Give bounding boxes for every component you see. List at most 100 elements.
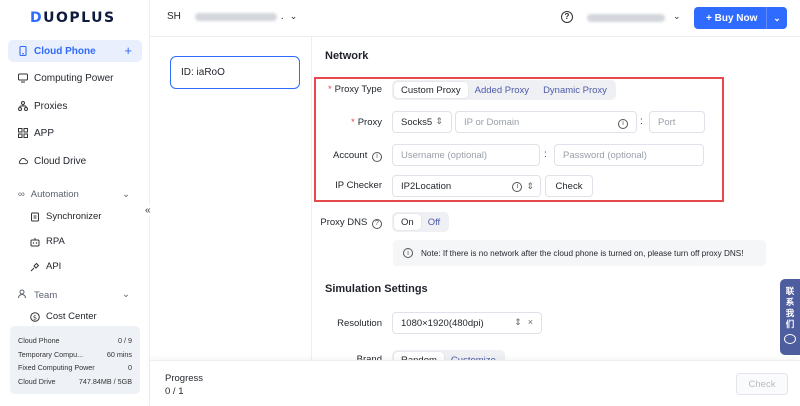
buy-now-label: + Buy Now: [706, 12, 758, 24]
sidebar-item-label: Cost Center: [46, 311, 97, 322]
updown-icon: ⇕: [514, 317, 522, 327]
workspace-initials: SH: [167, 11, 181, 22]
select-controls: ⇕ ×: [514, 317, 533, 328]
chevron-down-icon: ⌄: [289, 11, 298, 21]
password-placeholder: Password (optional): [563, 149, 647, 161]
resolution-select[interactable]: 1080×1920(480dpi) ⇕ ×: [392, 312, 542, 334]
ip-checker-select[interactable]: IP2Location i ⇕: [392, 175, 541, 197]
password-input[interactable]: Password (optional): [554, 144, 704, 166]
stat-value: 0: [128, 363, 132, 373]
sidebar-item-label: API: [46, 261, 62, 272]
simulation-title: Simulation Settings: [325, 283, 428, 295]
infinity-icon: ∞: [18, 189, 25, 200]
stat-label: Cloud Phone: [18, 336, 60, 346]
sidebar-item-rpa[interactable]: RPA: [30, 236, 65, 247]
chevron-down-icon[interactable]: ⌄: [767, 13, 787, 24]
ip-check-button[interactable]: Check: [545, 175, 593, 197]
username-placeholder: Username (optional): [401, 149, 488, 161]
network-title: Network: [325, 50, 369, 62]
chevron-down-icon[interactable]: ⌄: [673, 11, 681, 22]
workspace-selector[interactable]: SH . ⌄: [167, 11, 297, 22]
svg-text:$: $: [33, 313, 37, 321]
phone-icon: [18, 46, 28, 56]
check-button[interactable]: Check: [736, 373, 788, 395]
proxy-type-label: * Proxy Type: [327, 84, 382, 95]
help-icon[interactable]: ?: [561, 11, 573, 23]
contact-us-widget[interactable]: 联系我们: [780, 279, 800, 355]
add-icon[interactable]: +: [124, 43, 132, 58]
stat-value: 747.84MB / 5GB: [78, 376, 132, 386]
resolution-label: Resolution: [337, 318, 382, 329]
sidebar-item-label: Cloud Phone: [34, 45, 96, 57]
progress-value: 0 / 1: [165, 386, 184, 397]
network-icon: [18, 101, 28, 111]
automation-group[interactable]: ∞ Automation ⌄: [18, 189, 130, 200]
sidebar-item-cloud-drive[interactable]: Cloud Drive: [8, 150, 142, 172]
stat-label: Cloud Drive: [18, 376, 56, 386]
workspace-name-redacted: [194, 12, 277, 21]
info-icon: i: [403, 248, 413, 258]
sidebar-item-app[interactable]: APP: [8, 122, 142, 144]
sidebar: DUOPLUS Cloud Phone + Computing Power Pr…: [0, 0, 150, 406]
contact-us-label: 联系我们: [785, 287, 795, 330]
user-name-redacted[interactable]: [587, 14, 665, 22]
ip-checker-value: IP2Location: [401, 180, 452, 192]
sidebar-item-cost-center[interactable]: $ Cost Center: [30, 311, 97, 322]
chat-icon: [784, 334, 796, 344]
colon-separator: :: [544, 149, 547, 160]
sidebar-item-label: Cloud Drive: [34, 155, 87, 167]
collapse-sidebar-button[interactable]: «: [145, 205, 151, 216]
sidebar-item-api[interactable]: API: [30, 261, 61, 272]
stat-row: Cloud Phone 0 / 9: [18, 334, 132, 348]
clear-icon[interactable]: ×: [528, 317, 533, 328]
sidebar-item-proxies[interactable]: Proxies: [8, 95, 142, 117]
proxy-dns-note: i Note: If there is no network after the…: [393, 240, 766, 266]
updown-icon: ⇕: [435, 116, 443, 126]
monitor-icon: [18, 73, 28, 83]
robot-icon: [30, 237, 40, 247]
sidebar-item-synchronizer[interactable]: Synchronizer: [30, 211, 101, 222]
proxy-dns-on[interactable]: On: [394, 214, 421, 230]
info-icon[interactable]: i: [618, 117, 628, 129]
proxy-type-added[interactable]: Added Proxy: [468, 82, 536, 98]
help-icon[interactable]: ?: [372, 218, 382, 229]
proxy-type-dynamic[interactable]: Dynamic Proxy: [536, 82, 614, 98]
proxy-dns-toggle: On Off: [392, 212, 450, 232]
stat-value: 60 mins: [106, 349, 132, 359]
proxy-type-custom[interactable]: Custom Proxy: [394, 82, 468, 98]
sidebar-item-cloud-phone[interactable]: Cloud Phone +: [8, 40, 142, 62]
sidebar-item-label: APP: [34, 127, 55, 139]
username-input[interactable]: Username (optional): [392, 144, 540, 166]
stat-value: 0 / 9: [118, 336, 132, 346]
duoplus-logo[interactable]: DUOPLUS: [30, 10, 116, 26]
proxy-protocol-select[interactable]: Socks5 ⇕: [392, 111, 452, 133]
proxy-host-input[interactable]: IP or Domain i: [455, 111, 637, 133]
sync-icon: [30, 212, 40, 222]
workspace-suffix: .: [280, 11, 284, 22]
device-card[interactable]: ID: iaRoO: [170, 56, 300, 89]
resolution-value: 1080×1920(480dpi): [401, 317, 484, 329]
cloud-icon: [18, 156, 28, 166]
dollar-icon: $: [30, 311, 40, 322]
sidebar-item-label: Computing Power: [34, 72, 114, 84]
usage-stats-panel: Cloud Phone 0 / 9 Temporary Compu... 60 mi…: [10, 326, 140, 394]
sidebar-item-label: Synchronizer: [46, 211, 102, 222]
note-text: Note: If there is no network after the c…: [421, 248, 744, 258]
colon-separator: :: [640, 116, 643, 127]
sidebar-item-computing-power[interactable]: Computing Power: [8, 67, 142, 89]
team-group[interactable]: Team ⌄: [18, 289, 130, 302]
proxy-dns-label: Proxy DNS ?: [320, 217, 382, 229]
sidebar-item-label: RPA: [46, 236, 65, 247]
proxy-label: * Proxy: [351, 117, 382, 128]
progress-label: Progress: [165, 373, 204, 384]
proxy-host-placeholder: IP or Domain: [464, 116, 520, 128]
proxy-protocol-value: Socks5: [401, 116, 433, 128]
proxy-dns-off[interactable]: Off: [421, 214, 448, 230]
team-title: Team: [34, 290, 58, 301]
info-icon[interactable]: i ⇕: [512, 181, 534, 192]
buy-now-button[interactable]: + Buy Now ⌄: [694, 7, 787, 29]
info-icon[interactable]: i: [372, 151, 382, 162]
proxy-port-input[interactable]: Port: [649, 111, 705, 133]
sidebar-item-label: Proxies: [34, 100, 68, 112]
updown-icon: ⇕: [526, 181, 534, 191]
